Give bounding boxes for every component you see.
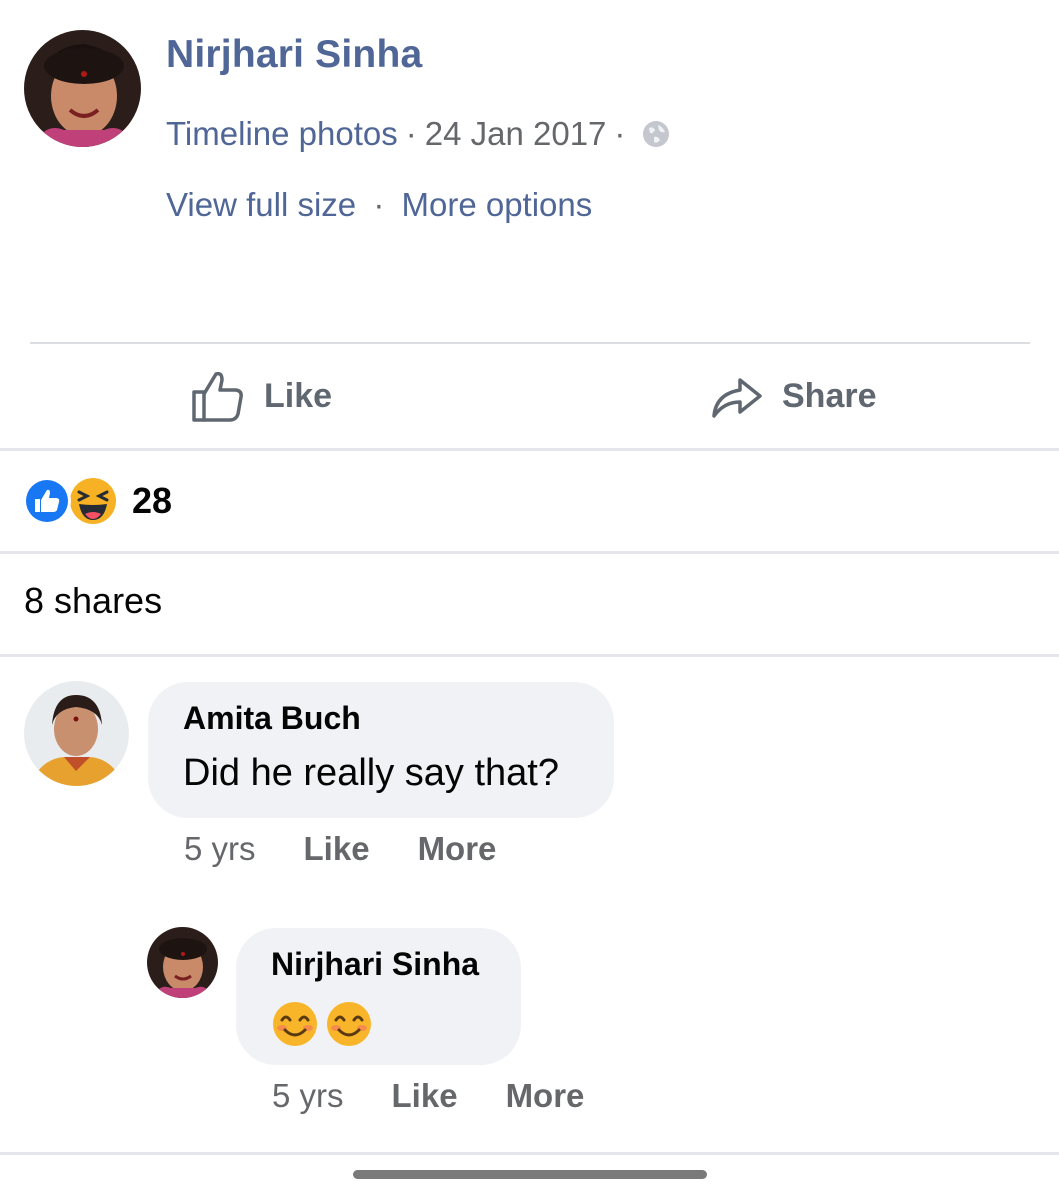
reply-text: [271, 1000, 379, 1048]
divider: [0, 448, 1059, 451]
divider: [30, 342, 1030, 344]
comment-more-button[interactable]: More: [418, 830, 497, 868]
haha-reaction-icon: [70, 478, 116, 524]
comment-bubble: Amita Buch Did he really say that?: [148, 682, 614, 818]
reply-like-button[interactable]: Like: [392, 1077, 458, 1115]
divider: [0, 654, 1059, 657]
share-button[interactable]: Share: [708, 368, 877, 424]
reply-bubble: Nirjhari Sinha: [236, 928, 521, 1065]
view-full-size-link[interactable]: View full size: [166, 186, 356, 223]
comment-text: Did he really say that?: [183, 752, 559, 794]
separator: ·: [373, 186, 385, 223]
comment-actions: 5 yrs Like More: [184, 830, 544, 868]
more-options-link[interactable]: More options: [401, 186, 592, 223]
comment-like-button[interactable]: Like: [304, 830, 370, 868]
smiling-face-emoji-icon: [327, 1002, 371, 1046]
separator: ·: [405, 115, 417, 152]
like-reaction-icon: [23, 477, 71, 525]
shares-count[interactable]: 8 shares: [24, 580, 162, 622]
divider: [0, 1152, 1059, 1155]
reply-time[interactable]: 5 yrs: [272, 1077, 344, 1115]
reply-actions: 5 yrs Like More: [272, 1077, 632, 1115]
reply-avatar[interactable]: [147, 927, 218, 998]
post-date[interactable]: 24 Jan 2017: [425, 115, 607, 153]
photo-options: View full size · More options: [166, 186, 592, 224]
commenter-avatar[interactable]: [24, 681, 129, 786]
reactions-summary[interactable]: 28: [22, 474, 172, 528]
home-indicator[interactable]: [353, 1170, 707, 1179]
reply-more-button[interactable]: More: [506, 1077, 585, 1115]
album-link[interactable]: Timeline photos: [166, 115, 398, 153]
poster-name[interactable]: Nirjhari Sinha: [166, 33, 422, 77]
comment-time[interactable]: 5 yrs: [184, 830, 256, 868]
separator: ·: [614, 115, 626, 152]
poster-avatar[interactable]: [24, 30, 141, 147]
thumbs-up-icon: [192, 371, 243, 422]
smiling-face-emoji-icon: [273, 1002, 317, 1046]
share-arrow-icon: [712, 378, 762, 418]
reaction-count: 28: [132, 480, 173, 521]
post-meta: Timeline photos · 24 Jan 2017 ·: [166, 115, 671, 153]
divider: [0, 551, 1059, 554]
globe-icon: [641, 119, 671, 149]
like-label: Like: [264, 376, 333, 415]
comment-author[interactable]: Amita Buch: [183, 700, 361, 737]
reply-author[interactable]: Nirjhari Sinha: [271, 946, 479, 983]
like-button[interactable]: Like: [190, 368, 332, 424]
share-label: Share: [782, 376, 877, 415]
